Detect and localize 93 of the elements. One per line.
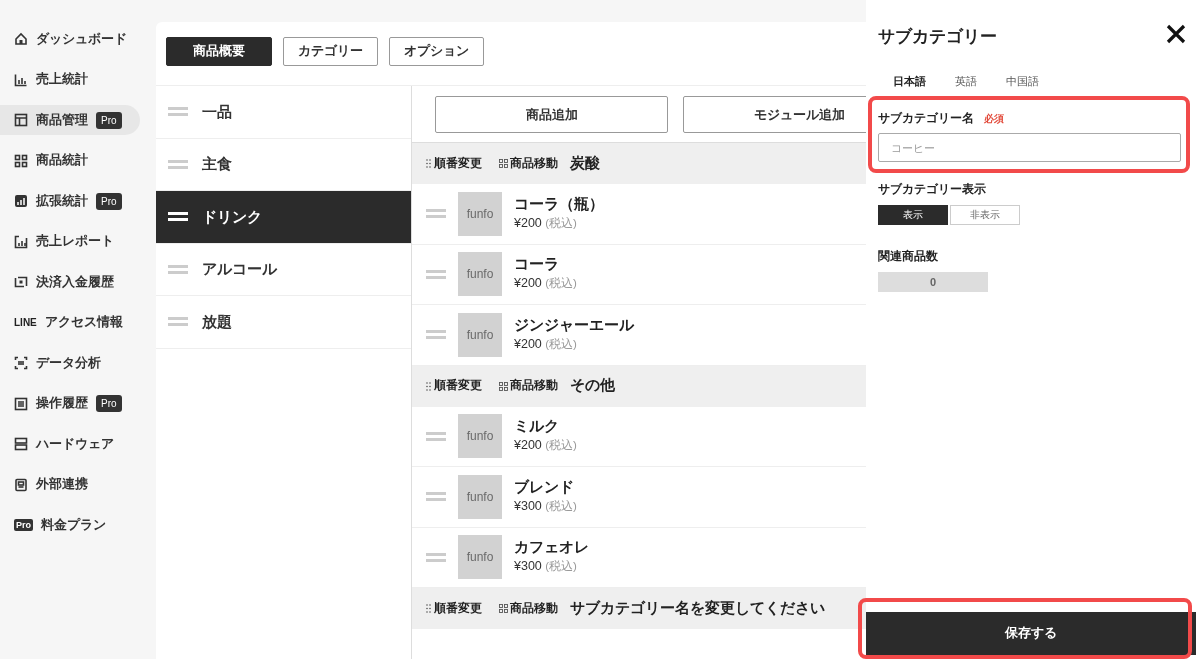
chart-icon: [14, 194, 28, 208]
drag-handle-icon[interactable]: [426, 492, 446, 502]
grid-icon: [14, 153, 28, 168]
tab[interactable]: オプション: [389, 37, 484, 66]
product-thumbnail: funfo: [458, 252, 502, 297]
product-name: カフェオレ: [514, 538, 589, 558]
language-tab[interactable]: 中国語: [1006, 72, 1039, 90]
panel-title: サブカテゴリー: [878, 26, 997, 47]
reorder-button[interactable]: 順番変更: [426, 377, 482, 395]
pro-badge: Pro: [96, 192, 122, 210]
required-tag: 必須: [984, 110, 1004, 126]
tab[interactable]: 商品概要: [166, 37, 272, 66]
count-field: 0: [878, 272, 988, 293]
sidebar-item[interactable]: 商品統計: [0, 145, 140, 176]
tab[interactable]: カテゴリー: [283, 37, 378, 66]
reorder-button[interactable]: 順番変更: [426, 599, 482, 618]
report-icon: [14, 234, 28, 249]
drag-handle-icon[interactable]: [168, 264, 188, 274]
document-icon: [14, 477, 28, 492]
pro-badge: Pro: [96, 395, 122, 412]
close-icon[interactable]: [1165, 23, 1187, 45]
sidebar-item[interactable]: ハードウェア: [0, 429, 140, 459]
toggle-button[interactable]: 非表示: [950, 205, 1020, 226]
product-thumbnail: funfo: [458, 191, 502, 236]
action-button[interactable]: 商品追加: [435, 96, 668, 133]
grid-icon: [499, 159, 508, 168]
logo-icon: Pro: [14, 519, 33, 531]
sidebar-item[interactable]: 操作履歴 Pro: [0, 388, 140, 419]
drag-handle-icon[interactable]: [168, 212, 188, 222]
sidebar-item[interactable]: ダッシュボード: [0, 24, 140, 54]
language-tab[interactable]: 日本語: [893, 72, 926, 90]
toggle-button[interactable]: 表示: [878, 205, 948, 226]
list-icon: [14, 396, 28, 411]
product-name: ジンジャーエール: [514, 315, 634, 335]
layout-icon: [14, 113, 28, 127]
drag-handle-icon[interactable]: [426, 209, 446, 219]
dots-icon: [426, 381, 432, 391]
drag-handle-icon[interactable]: [426, 431, 446, 441]
product-price: ¥300 (税込): [514, 497, 577, 515]
drag-handle-icon[interactable]: [168, 107, 188, 117]
product-price: ¥300 (税込): [514, 558, 578, 576]
action-button[interactable]: モジュール追加: [683, 96, 866, 133]
sidebar-item[interactable]: 外部連携: [0, 469, 140, 500]
sidebar-item[interactable]: 商品管理 Pro: [0, 105, 140, 135]
move-button[interactable]: 商品移動: [499, 154, 558, 173]
grid-icon: [499, 381, 508, 391]
dots-icon: [426, 604, 432, 613]
product-price: ¥200 (税込): [514, 214, 578, 232]
product-thumbnail: funfo: [458, 312, 502, 357]
grid-icon: [499, 604, 508, 613]
sidebar-item[interactable]: データ分析: [0, 348, 140, 378]
scan-icon: [14, 356, 28, 370]
server-icon: [14, 437, 28, 451]
group-title: サブカテゴリー名を変更してください: [570, 598, 825, 618]
drag-handle-icon[interactable]: [168, 317, 188, 327]
exchange-icon: [14, 275, 28, 289]
product-thumbnail: funfo: [458, 535, 502, 580]
field-label: 関連商品数: [878, 248, 939, 266]
product-price: ¥200 (税込): [514, 437, 577, 455]
dots-icon: [426, 159, 432, 168]
group-title: その他: [570, 376, 615, 396]
bar-chart-icon: [14, 72, 28, 87]
product-price: ¥200 (税込): [514, 275, 577, 293]
product-thumbnail: funfo: [458, 474, 502, 519]
sidebar-item[interactable]: 売上統計: [0, 64, 140, 95]
reorder-button[interactable]: 順番変更: [426, 154, 482, 173]
group-title: 炭酸: [570, 153, 600, 173]
drag-handle-icon[interactable]: [426, 552, 446, 562]
logo-icon: LINE: [14, 316, 37, 329]
drag-handle-icon[interactable]: [426, 269, 446, 279]
product-name: コーラ（瓶）: [514, 194, 604, 214]
product-name: ミルク: [514, 417, 560, 437]
product-name: ブレンド: [514, 477, 575, 497]
pro-badge: Pro: [96, 111, 122, 129]
move-button[interactable]: 商品移動: [499, 377, 558, 395]
sidebar-item[interactable]: LINE アクセス情報: [0, 307, 140, 338]
field-label: サブカテゴリー表示: [878, 181, 987, 199]
language-tab[interactable]: 英語: [955, 72, 977, 90]
save-button[interactable]: 保存する: [866, 612, 1196, 655]
product-price: ¥200 (税込): [514, 335, 578, 353]
name-input[interactable]: コーヒー: [878, 133, 1181, 163]
product-thumbnail: funfo: [458, 414, 502, 459]
product-name: コーラ: [514, 255, 560, 275]
drag-handle-icon[interactable]: [168, 159, 188, 169]
sidebar-item[interactable]: Pro 料金プラン: [0, 510, 140, 540]
field-label: サブカテゴリー名: [878, 110, 974, 128]
move-button[interactable]: 商品移動: [499, 599, 558, 618]
drag-handle-icon[interactable]: [426, 330, 446, 340]
category-item[interactable]: ドリンク: [156, 191, 411, 244]
sidebar-item[interactable]: 拡張統計 Pro: [0, 186, 140, 216]
sidebar-item[interactable]: 売上レポート: [0, 226, 140, 257]
home-icon: [14, 32, 28, 46]
sidebar-item[interactable]: 決済入金履歴: [0, 267, 140, 297]
